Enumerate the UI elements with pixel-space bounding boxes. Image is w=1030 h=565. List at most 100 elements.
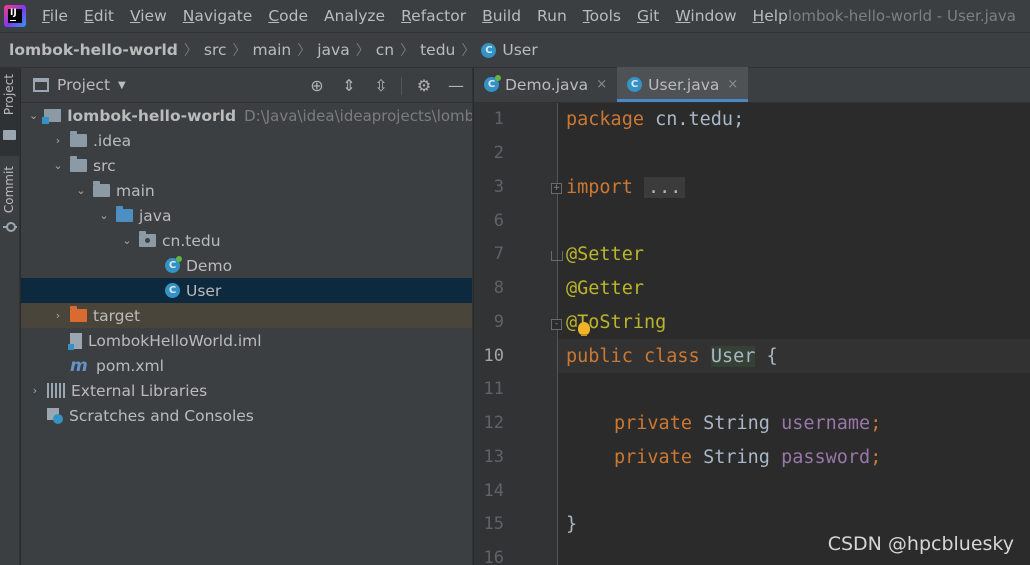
- commit-icon: [3, 222, 17, 232]
- line-number-gutter: 1 2 3 6 7 8 9 10 11 12 13 14 15 16: [474, 103, 558, 565]
- tree-item-main[interactable]: ⌄ main: [21, 178, 472, 203]
- project-panel: Project ▼ ⊕ ⇕ ⇳ ⚙ — ⌄ lombok-hello-world…: [21, 68, 473, 565]
- folder-icon: [70, 131, 87, 147]
- commit-tool-label: Commit: [2, 166, 16, 214]
- menu-navigate[interactable]: Navigate: [175, 7, 261, 25]
- code-line-8[interactable]: @Getter: [566, 278, 644, 299]
- line-number: 1: [493, 109, 504, 129]
- menu-bar: IJ File Edit View Navigate Code Analyze …: [0, 0, 1030, 32]
- commit-tool-tab[interactable]: Commit: [0, 158, 20, 238]
- fold-end-icon[interactable]: -: [551, 319, 562, 330]
- breadcrumb-tedu[interactable]: tedu: [420, 41, 455, 59]
- code-line-1[interactable]: package cn.tedu;: [566, 109, 744, 130]
- tree-item-iml[interactable]: LombokHelloWorld.iml: [21, 328, 472, 353]
- line-number: 2: [493, 143, 504, 163]
- chevron-right-icon[interactable]: ›: [52, 134, 64, 147]
- breadcrumb-cn[interactable]: cn: [376, 41, 394, 59]
- chevron-down-icon[interactable]: ▼: [118, 80, 126, 91]
- chevron-down-icon[interactable]: ⌄: [121, 234, 133, 247]
- expand-all-icon[interactable]: ⇕: [339, 76, 359, 96]
- folder-icon: [70, 156, 87, 172]
- code-line-13[interactable]: private String password;: [614, 447, 881, 468]
- line-number: 15: [483, 514, 504, 534]
- menu-tools[interactable]: Tools: [575, 7, 629, 25]
- hide-panel-icon[interactable]: —: [446, 76, 466, 96]
- menu-analyze[interactable]: Analyze: [316, 7, 393, 25]
- tree-item-pom[interactable]: m pom.xml: [21, 353, 472, 378]
- class-icon: C: [627, 77, 643, 92]
- tree-item-user[interactable]: C User: [21, 278, 472, 303]
- menu-build[interactable]: Build: [474, 7, 529, 25]
- menu-run[interactable]: Run: [529, 7, 575, 25]
- line-number: 3: [493, 177, 504, 197]
- breadcrumb-separator: 〉: [400, 43, 415, 59]
- chevron-down-icon[interactable]: ⌄: [75, 184, 87, 197]
- tree-item-package[interactable]: ⌄ cn.tedu: [21, 228, 472, 253]
- fold-expand-icon[interactable]: +: [551, 183, 562, 194]
- editor-tab-bar: C Demo.java × C User.java ×: [474, 67, 1030, 103]
- locate-icon[interactable]: ⊕: [307, 76, 327, 96]
- line-number: 14: [483, 481, 504, 501]
- tree-item-external-libraries[interactable]: › External Libraries: [21, 378, 472, 403]
- breadcrumb-java[interactable]: java: [317, 41, 349, 59]
- collapse-all-icon[interactable]: ⇳: [371, 76, 391, 96]
- code-line-15[interactable]: }: [566, 514, 577, 535]
- tree-item-label: src: [93, 156, 116, 175]
- project-tool-tab[interactable]: Project: [0, 68, 20, 156]
- tab-label: User.java: [648, 75, 720, 94]
- tree-item-src[interactable]: ⌄ src: [21, 153, 472, 178]
- tree-item-label: lombok-hello-world: [67, 106, 237, 125]
- breadcrumb-separator: 〉: [355, 43, 370, 59]
- tree-item-demo[interactable]: C Demo: [21, 253, 472, 278]
- code-line-3[interactable]: import ...: [566, 177, 686, 198]
- breadcrumb-main[interactable]: main: [253, 41, 292, 59]
- breadcrumb: lombok-hello-world 〉 src 〉 main 〉 java 〉…: [0, 32, 1030, 68]
- intention-bulb-icon[interactable]: [578, 322, 590, 336]
- tree-item-label: User: [186, 281, 222, 300]
- code-line-10[interactable]: public class User {: [566, 346, 778, 367]
- tree-item-scratches[interactable]: Scratches and Consoles: [21, 403, 472, 428]
- menu-refactor[interactable]: Refactor: [393, 7, 474, 25]
- tree-item-project-root[interactable]: ⌄ lombok-hello-world D:\Java\idea\ideapr…: [21, 103, 473, 128]
- tree-item-idea[interactable]: › .idea: [21, 128, 472, 153]
- close-icon[interactable]: ×: [596, 77, 607, 92]
- folded-imports[interactable]: ...: [643, 177, 686, 198]
- code-line-12[interactable]: private String username;: [614, 413, 881, 434]
- line-number: 6: [493, 211, 504, 231]
- chevron-right-icon[interactable]: ›: [29, 384, 41, 397]
- fold-start-icon[interactable]: [551, 251, 563, 261]
- close-icon[interactable]: ×: [727, 77, 738, 92]
- editor-area: C Demo.java × C User.java × 1 2 3 6 7 8 …: [474, 67, 1030, 565]
- breadcrumb-src[interactable]: src: [204, 41, 227, 59]
- code-line-7[interactable]: @Setter: [566, 244, 644, 265]
- line-number: 11: [483, 379, 504, 399]
- gear-icon[interactable]: ⚙: [414, 76, 434, 96]
- package-icon: [139, 231, 156, 247]
- line-number: 12: [483, 413, 504, 433]
- project-view-selector[interactable]: Project: [57, 76, 110, 94]
- chevron-right-icon[interactable]: ›: [52, 309, 64, 322]
- chevron-down-icon[interactable]: ⌄: [98, 209, 110, 222]
- scratches-icon: [47, 407, 63, 424]
- menu-code[interactable]: Code: [260, 7, 316, 25]
- line-number: 13: [483, 447, 504, 467]
- source-folder-icon: [116, 206, 133, 222]
- tree-item-java[interactable]: ⌄ java: [21, 203, 472, 228]
- breadcrumb-project[interactable]: lombok-hello-world: [9, 41, 178, 59]
- tab-demo-java[interactable]: C Demo.java ×: [474, 67, 617, 102]
- menu-view[interactable]: View: [122, 7, 175, 25]
- breadcrumb-separator: 〉: [297, 43, 312, 59]
- class-icon: C: [165, 283, 180, 298]
- menu-git[interactable]: Git: [629, 7, 667, 25]
- project-path: D:\Java\idea\ideaprojects\lombo: [244, 106, 473, 125]
- breadcrumb-user[interactable]: User: [502, 41, 537, 59]
- tree-item-target[interactable]: › target: [21, 303, 472, 328]
- menu-file[interactable]: File: [34, 7, 76, 25]
- tree-item-label: cn.tedu: [162, 231, 221, 250]
- menu-edit[interactable]: Edit: [76, 7, 122, 25]
- tab-user-java[interactable]: C User.java ×: [617, 67, 749, 102]
- chevron-down-icon[interactable]: ⌄: [52, 159, 64, 172]
- menu-window[interactable]: Window: [667, 7, 744, 25]
- folder-icon: [93, 181, 110, 197]
- chevron-down-icon[interactable]: ⌄: [29, 109, 38, 122]
